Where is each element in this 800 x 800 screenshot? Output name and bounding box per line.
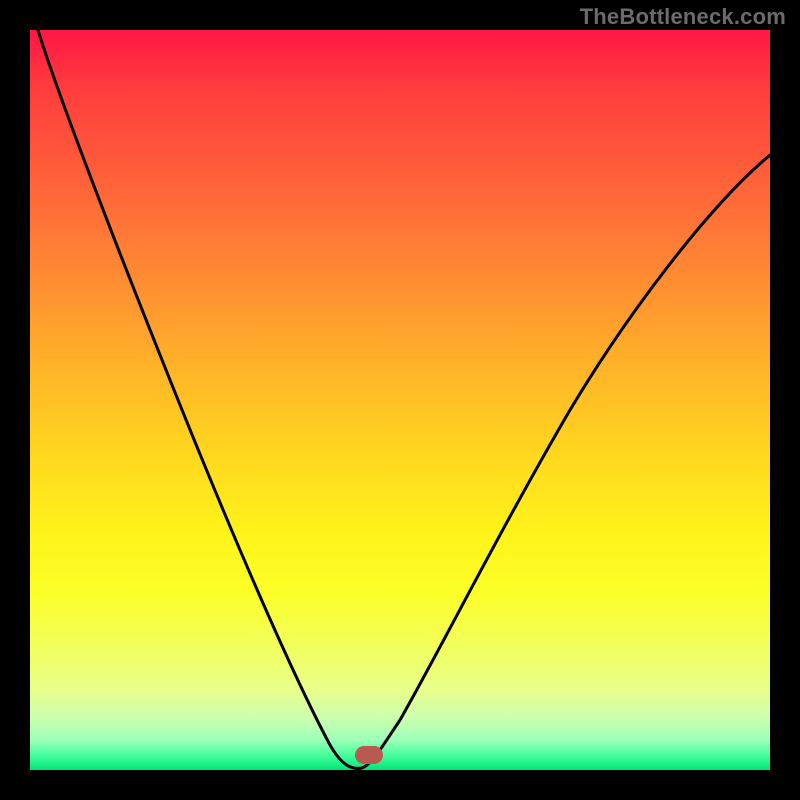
attribution-label: TheBottleneck.com [580,4,786,30]
optimal-point-marker [355,746,383,764]
chart-frame: TheBottleneck.com [0,0,800,800]
curve-path [38,30,770,768]
plot-area [30,30,770,770]
bottleneck-curve [30,30,770,770]
